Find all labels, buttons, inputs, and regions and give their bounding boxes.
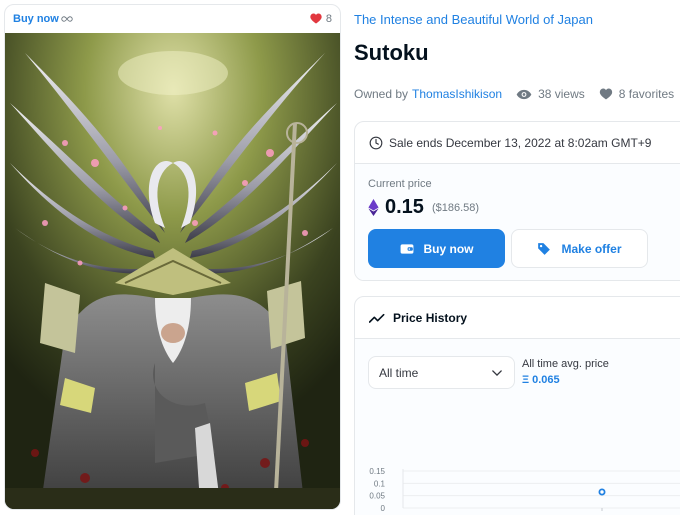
owned-by-label: Owned by: [354, 87, 409, 101]
asset-title: Sutoku: [354, 40, 429, 65]
make-offer-label: Make offer: [561, 241, 622, 256]
card-favorite[interactable]: 8: [310, 13, 332, 25]
price-history-header[interactable]: Price History: [355, 297, 680, 339]
clock-icon: [369, 136, 383, 149]
price-history-body: All time All time avg. price Ξ 0.065 0.1…: [355, 339, 680, 515]
tag-icon: [538, 242, 551, 255]
collection-link[interactable]: The Intense and Beautiful World of Japan: [354, 12, 593, 27]
buy-now-label: Buy now: [423, 241, 474, 256]
y-tick-label: 0.15: [369, 467, 385, 476]
nft-card: Buy now 8: [4, 4, 341, 510]
price-history-title: Price History: [393, 310, 468, 325]
wallet-icon: [400, 243, 413, 254]
card-favorite-count: 8: [325, 12, 332, 25]
sale-panel: Sale ends December 13, 2022 at 8:02am GM…: [354, 121, 680, 281]
current-price-label: Current price: [368, 178, 432, 190]
heart-icon: [599, 88, 612, 100]
owner-row: Owned by ThomasIshikison 38 views 8 favo…: [354, 87, 674, 101]
ethereum-icon: [368, 199, 379, 216]
nft-artwork-image[interactable]: [5, 33, 341, 510]
trending-icon: [369, 313, 385, 323]
card-header: Buy now 8: [5, 5, 340, 32]
action-buttons: Buy now Make offer: [368, 229, 680, 268]
views-stat: 38 views: [516, 87, 585, 101]
price-history-chart: 0.150.10.0503/17: [369, 467, 680, 513]
card-buy-now-link[interactable]: Buy now: [13, 13, 73, 25]
heart-icon: [310, 13, 322, 24]
card-buy-now-label: Buy now: [13, 12, 59, 25]
sale-body: Current price 0.15 ($186.58) Buy now Mak…: [355, 164, 680, 280]
owner-link[interactable]: ThomasIshikison: [412, 87, 502, 101]
price-history-panel: Price History All time All time avg. pri…: [354, 296, 680, 515]
price-usd: ($186.58): [431, 201, 480, 214]
y-tick-label: 0.05: [369, 492, 385, 501]
views-count: 38 views: [538, 87, 585, 101]
eye-icon: [516, 89, 532, 99]
sale-header: Sale ends December 13, 2022 at 8:02am GM…: [355, 122, 680, 164]
price-row: 0.15 ($186.58): [368, 196, 680, 219]
y-tick-label: 0: [381, 504, 386, 513]
price-value: 0.15: [385, 196, 424, 218]
make-offer-button[interactable]: Make offer: [511, 229, 648, 268]
infinity-icon: [61, 15, 73, 22]
favorites-stat[interactable]: 8 favorites: [599, 87, 674, 101]
price-data-point[interactable]: [598, 488, 606, 496]
favorites-count: 8 favorites: [618, 87, 675, 101]
buy-now-button[interactable]: Buy now: [368, 229, 505, 268]
y-tick-label: 0.1: [374, 479, 386, 488]
sale-ends-text: Sale ends December 13, 2022 at 8:02am GM…: [389, 135, 652, 150]
